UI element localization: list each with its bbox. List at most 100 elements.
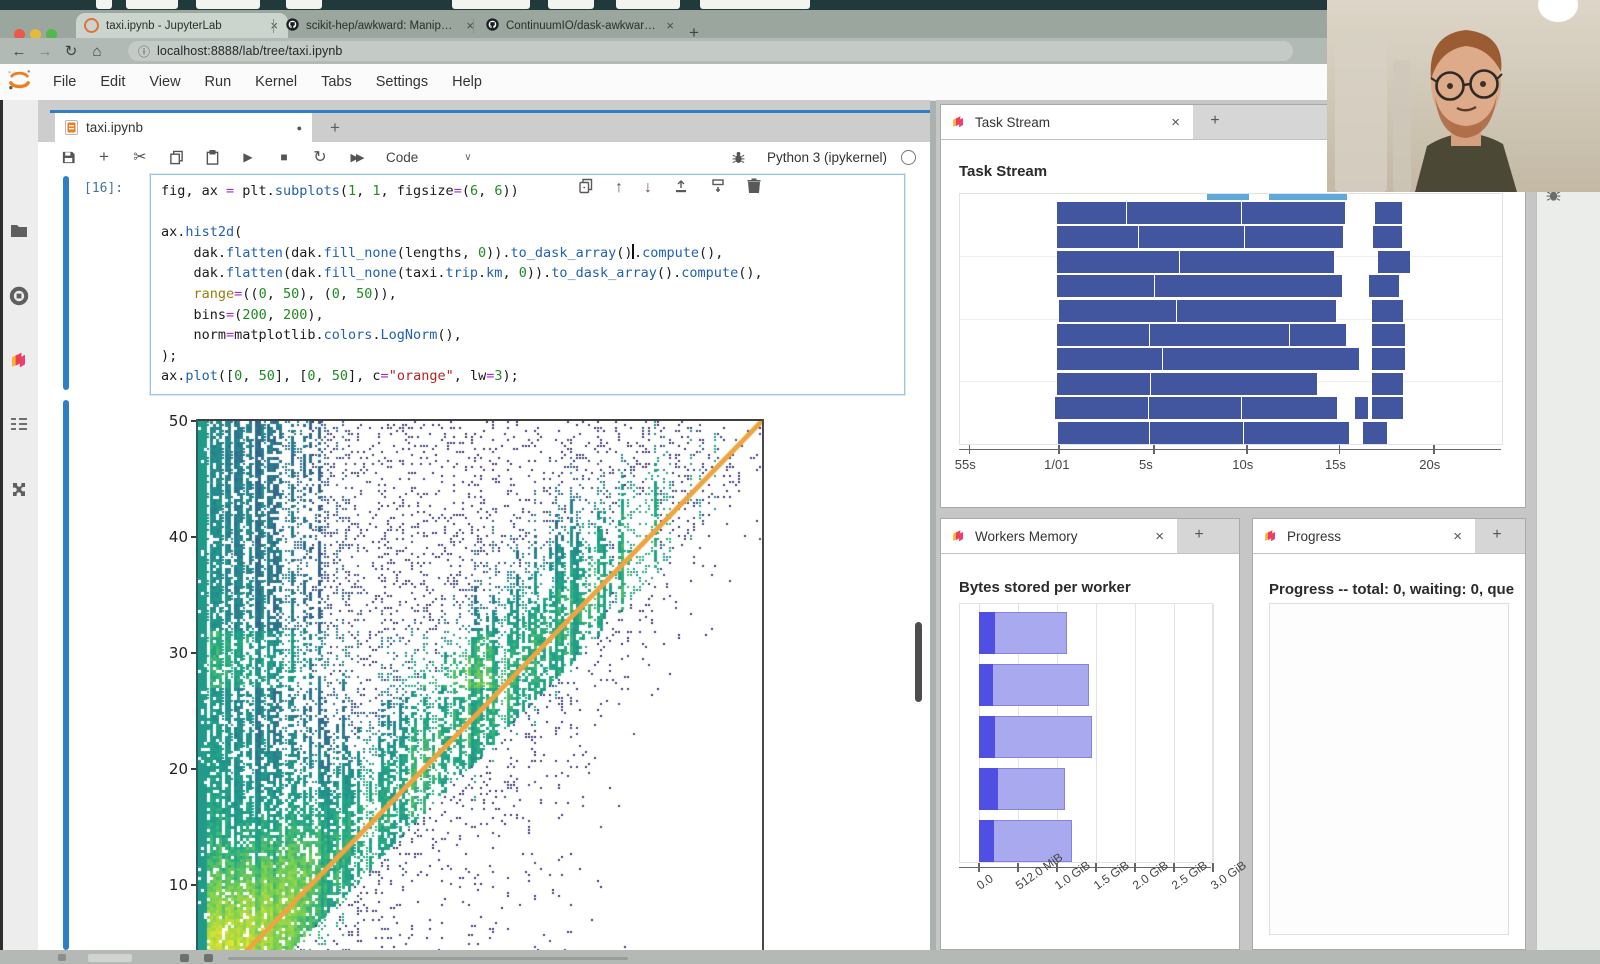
code-line: fig, ax = plt.subplots(1, 1, figsize=(6,… [161, 181, 894, 202]
menu-kernel[interactable]: Kernel [243, 64, 309, 100]
home-icon[interactable]: ⌂ [84, 43, 110, 60]
y-tick-label: 40 [156, 528, 188, 546]
status-bar [0, 950, 1600, 964]
task-bar [1242, 202, 1346, 224]
restart-run-all-icon[interactable]: ▶▶ [338, 151, 374, 164]
output-collapser[interactable] [63, 400, 69, 950]
x-tick-mark [978, 863, 980, 872]
file-browser-icon[interactable] [0, 211, 38, 251]
url-text: localhost:8888/lab/tree/taxi.ipynb [157, 44, 342, 58]
add-notebook-tab-button[interactable]: + [324, 118, 346, 138]
running-sessions-icon[interactable] [0, 276, 38, 316]
document-tabbar: taxi.ipynb ● + [38, 100, 930, 142]
reload-icon[interactable]: ↻ [58, 42, 84, 60]
x-tick-mark [1056, 863, 1058, 872]
notebook-tab[interactable]: taxi.ipynb ● [55, 113, 312, 142]
close-icon[interactable]: × [464, 18, 476, 33]
workers-memory-tab[interactable]: Workers Memory × [941, 519, 1177, 553]
move-cell-down-icon[interactable]: ↓ [644, 179, 652, 197]
table-of-contents-icon[interactable] [0, 404, 38, 444]
extensions-icon[interactable] [0, 470, 38, 510]
back-icon[interactable]: ← [6, 43, 32, 60]
menu-settings[interactable]: Settings [364, 64, 440, 100]
forward-icon[interactable]: → [32, 43, 58, 60]
y-tick-label: 10 [156, 876, 188, 894]
menu-tabs[interactable]: Tabs [309, 64, 364, 100]
restart-kernel-icon[interactable]: ↻ [302, 147, 338, 167]
cell-type-dropdown[interactable]: Code [386, 150, 418, 165]
gridline [1135, 604, 1136, 862]
task-bar [1127, 202, 1242, 224]
save-icon[interactable] [50, 149, 86, 165]
insert-cell-below-icon[interactable] [710, 178, 726, 198]
menu-edit[interactable]: Edit [88, 64, 137, 100]
x-tick-mark [969, 445, 971, 454]
slide-text-fragment [286, 0, 322, 9]
webcam-video [1327, 0, 1600, 192]
memory-bar [979, 664, 1089, 706]
run-cell-icon[interactable]: ▶ [230, 150, 266, 164]
task-bar [1372, 300, 1405, 322]
interrupt-kernel-icon[interactable]: ■ [266, 150, 302, 164]
slide-text-fragment [548, 0, 594, 9]
close-icon[interactable]: × [1168, 114, 1183, 131]
progress-tab[interactable]: Progress × [1253, 519, 1475, 553]
code-editor[interactable]: fig, ax = plt.subplots(1, 1, figsize=(6,… [161, 181, 894, 387]
add-panel-icon[interactable]: + [1187, 526, 1211, 548]
site-info-icon[interactable]: ⓘ [138, 43, 150, 60]
add-panel-icon[interactable]: + [1203, 112, 1227, 134]
copy-cells-icon[interactable] [158, 149, 194, 165]
screen-edge [0, 100, 3, 950]
task-bar [1150, 324, 1290, 346]
task-stream-tab[interactable]: Task Stream × [941, 105, 1193, 139]
y-tick-label: 50 [156, 412, 188, 430]
duplicate-cell-icon[interactable] [578, 178, 594, 198]
x-tick-mark [1173, 863, 1175, 872]
x-tick-label: 1.5 GiB [1091, 858, 1132, 892]
delete-cell-icon[interactable] [747, 178, 761, 198]
task-bar [1375, 202, 1403, 224]
browser-tab-2[interactable]: ContinuumIO/dask-awkward: N× [478, 13, 684, 38]
menu-run[interactable]: Run [193, 64, 244, 100]
dask-icon[interactable] [0, 341, 38, 381]
menu-view[interactable]: View [137, 64, 192, 100]
task-bar-light [1207, 194, 1250, 200]
gridline [1096, 604, 1097, 862]
memory-bar-unmanaged [979, 716, 995, 758]
close-icon[interactable]: × [664, 18, 676, 33]
memory-bar-unmanaged [979, 664, 993, 706]
task-bar [1057, 202, 1127, 224]
slide-text-fragment [96, 0, 112, 9]
add-panel-icon[interactable]: + [1485, 526, 1509, 548]
task-stream-chart [959, 193, 1503, 445]
right-sidebar [1536, 100, 1600, 950]
code-line: ax.plot([0, 50], [0, 50], c="orange", lw… [161, 366, 894, 387]
task-bar [1163, 348, 1360, 370]
notebook-scrollbar[interactable] [915, 622, 922, 702]
task-bar [1372, 397, 1405, 419]
debugger-bug-icon[interactable] [721, 149, 757, 165]
cell-collapser[interactable] [63, 176, 69, 390]
cut-cells-icon[interactable]: ✂ [122, 147, 158, 167]
task-bar [1057, 251, 1179, 273]
close-icon[interactable]: × [1152, 528, 1167, 545]
x-tick-label: 0.0 [974, 871, 996, 892]
url-bar[interactable]: ⓘ localhost:8888/lab/tree/taxi.ipynb [128, 41, 1293, 61]
chevron-down-icon[interactable]: ∨ [464, 152, 471, 163]
progress-header: Progress × + [1253, 519, 1525, 554]
kernel-name[interactable]: Python 3 (ipykernel) [767, 150, 887, 165]
code-cell[interactable]: fig, ax = plt.subplots(1, 1, figsize=(6,… [150, 174, 905, 395]
menu-help[interactable]: Help [440, 64, 494, 100]
move-cell-up-icon[interactable]: ↑ [615, 179, 623, 197]
browser-tab-0[interactable]: taxi.ipynb - JupyterLab× [76, 13, 288, 38]
insert-cell-above-icon[interactable] [673, 178, 689, 198]
memory-bar-unmanaged [979, 768, 998, 810]
browser-tab-1[interactable]: scikit-hep/awkward: Manipulat× [278, 13, 484, 38]
close-icon[interactable]: × [1450, 528, 1465, 545]
x-tick-mark [1153, 445, 1155, 454]
paste-cells-icon[interactable] [194, 149, 230, 165]
menu-file[interactable]: File [41, 64, 88, 100]
insert-cell-icon[interactable]: + [86, 147, 122, 167]
status-item [58, 954, 66, 961]
x-tick-label: 5s [1139, 457, 1153, 472]
